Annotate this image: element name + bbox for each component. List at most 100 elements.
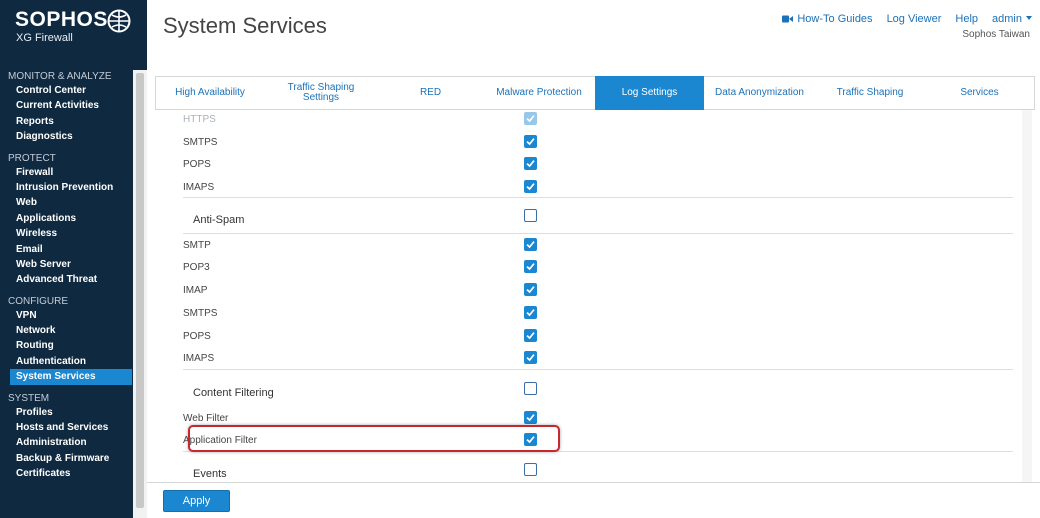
sidebar-item-intrusion-prevention[interactable]: Intrusion Prevention (0, 180, 132, 195)
sidebar-item-authentication[interactable]: Authentication (0, 354, 132, 369)
admin-menu[interactable]: admin (992, 13, 1032, 25)
sidebar-item-routing[interactable]: Routing (0, 338, 132, 353)
globe-icon (107, 9, 131, 33)
log-item-label: SMTPS (183, 308, 218, 319)
log-item-label: POP3 (183, 262, 210, 273)
caret-down-icon (1026, 16, 1032, 20)
sidebar-item-advanced-threat[interactable]: Advanced Threat (0, 272, 132, 287)
log-checkbox[interactable] (524, 351, 537, 364)
page-title: System Services (163, 13, 327, 38)
log-item-label: POPS (183, 331, 211, 342)
sidebar-item-applications[interactable]: Applications (0, 211, 132, 226)
log-checkbox[interactable] (524, 135, 537, 148)
nav-menu: MONITOR & ANALYZE Control Center Current A… (0, 70, 147, 482)
apply-button[interactable]: Apply (163, 490, 230, 512)
log-group-label: Content Filtering (193, 387, 274, 399)
help-link[interactable]: Help (955, 13, 978, 25)
log-checkbox[interactable] (524, 157, 537, 170)
content-scrollbar[interactable] (1022, 110, 1032, 482)
admin-label: admin (992, 13, 1022, 25)
log-item-label: HTTPS (183, 114, 216, 125)
sidebar-item-profiles[interactable]: Profiles (0, 405, 132, 420)
log-item-label: SMTP (183, 240, 211, 251)
tab-high-availability[interactable]: High Availability (156, 77, 264, 109)
group-checkbox[interactable] (524, 209, 537, 222)
nav-section-title: MONITOR & ANALYZE (8, 71, 112, 82)
row-divider (183, 233, 1013, 234)
sidebar-item-firewall[interactable]: Firewall (0, 165, 132, 180)
checkmark-icon (526, 241, 535, 249)
highlight-box (188, 425, 560, 452)
checkmark-icon (526, 138, 535, 146)
checkmark-icon (526, 263, 535, 271)
log-item-label: POPS (183, 159, 211, 170)
log-checkbox[interactable] (524, 283, 537, 296)
log-checkbox[interactable] (524, 306, 537, 319)
sidebar-item-current-activities[interactable]: Current Activities (0, 98, 132, 113)
log-item-label: IMAPS (183, 353, 215, 364)
checkmark-icon (526, 414, 535, 422)
log-group-label: Anti-Spam (193, 214, 245, 226)
nav-section-title: CONFIGURE (8, 295, 68, 307)
tab-log-settings[interactable]: Log Settings (595, 76, 704, 110)
log-checkbox[interactable] (524, 411, 537, 424)
nav-section-title: PROTECT (8, 152, 56, 164)
nav-section-title: SYSTEM (8, 392, 50, 404)
sidebar-item-vpn[interactable]: VPN (0, 308, 132, 323)
checkmark-icon (526, 160, 535, 168)
video-icon (782, 15, 794, 23)
footer-bar: Apply (147, 482, 1040, 518)
sidebar-item-wireless[interactable]: Wireless (0, 226, 132, 241)
sidebar-item-certificates[interactable]: Certificates (0, 466, 132, 481)
tab-data-anonymization[interactable]: Data Anonymization (704, 77, 815, 109)
sidebar-item-network[interactable]: Network (0, 323, 132, 338)
log-item-label: IMAP (183, 285, 208, 296)
nav-gap (0, 145, 147, 152)
sidebar-scrollbar-thumb[interactable] (136, 73, 144, 508)
log-viewer-link[interactable]: Log Viewer (887, 13, 942, 25)
group-checkbox[interactable] (524, 382, 537, 395)
tab-traffic-shaping-settings[interactable]: Traffic Shaping Settings (264, 77, 378, 109)
tab-traffic-shaping[interactable]: Traffic Shaping (815, 77, 925, 109)
log-item-label: Web Filter (183, 413, 229, 424)
sidebar: SOPHOS XG Firewall MONITOR & ANALYZE Cont… (0, 0, 147, 518)
sidebar-item-control-center[interactable]: Control Center (0, 83, 132, 98)
nav-gap (0, 385, 147, 392)
group-checkbox[interactable] (524, 463, 537, 476)
sidebar-item-administration[interactable]: Administration (0, 435, 132, 450)
log-item-label: SMTPS (183, 137, 218, 148)
sidebar-item-backup-firmware[interactable]: Backup & Firmware (0, 451, 132, 466)
sidebar-item-hosts-and-services[interactable]: Hosts and Services (0, 420, 132, 435)
sidebar-item-web-server[interactable]: Web Server (0, 257, 132, 272)
org-name: Sophos Taiwan (962, 29, 1030, 40)
log-group-label: Events (193, 468, 227, 480)
log-checkbox[interactable] (524, 260, 537, 273)
log-checkbox[interactable] (524, 180, 537, 193)
checkmark-icon (526, 286, 535, 294)
logo: SOPHOS XG Firewall (0, 0, 147, 70)
product-name: XG Firewall (16, 32, 73, 44)
row-divider (183, 197, 1013, 198)
checkmark-icon (526, 309, 535, 317)
tab-services[interactable]: Services (925, 77, 1034, 109)
howto-label: How-To Guides (797, 13, 873, 25)
checkmark-icon (526, 183, 535, 191)
sidebar-item-system-services[interactable]: System Services (10, 369, 132, 385)
log-checkbox[interactable] (524, 329, 537, 342)
nav-gap (0, 288, 147, 295)
checkmark-icon (526, 354, 535, 362)
tab-red[interactable]: RED (378, 77, 483, 109)
sidebar-item-email[interactable]: Email (0, 242, 132, 257)
log-checkbox[interactable] (524, 112, 537, 125)
sidebar-item-diagnostics[interactable]: Diagnostics (0, 129, 132, 144)
sidebar-item-reports[interactable]: Reports (0, 114, 132, 129)
tab-bar: High Availability Traffic Shaping Settin… (155, 76, 1035, 110)
howto-link[interactable]: How-To Guides (782, 13, 873, 25)
checkmark-icon (526, 115, 535, 123)
log-checkbox[interactable] (524, 238, 537, 251)
log-item-label: IMAPS (183, 182, 215, 193)
tab-malware-protection[interactable]: Malware Protection (483, 77, 595, 109)
top-links: How-To Guides Log Viewer Help admin (782, 13, 1032, 25)
row-divider (183, 369, 1013, 370)
sidebar-item-web[interactable]: Web (0, 195, 132, 210)
